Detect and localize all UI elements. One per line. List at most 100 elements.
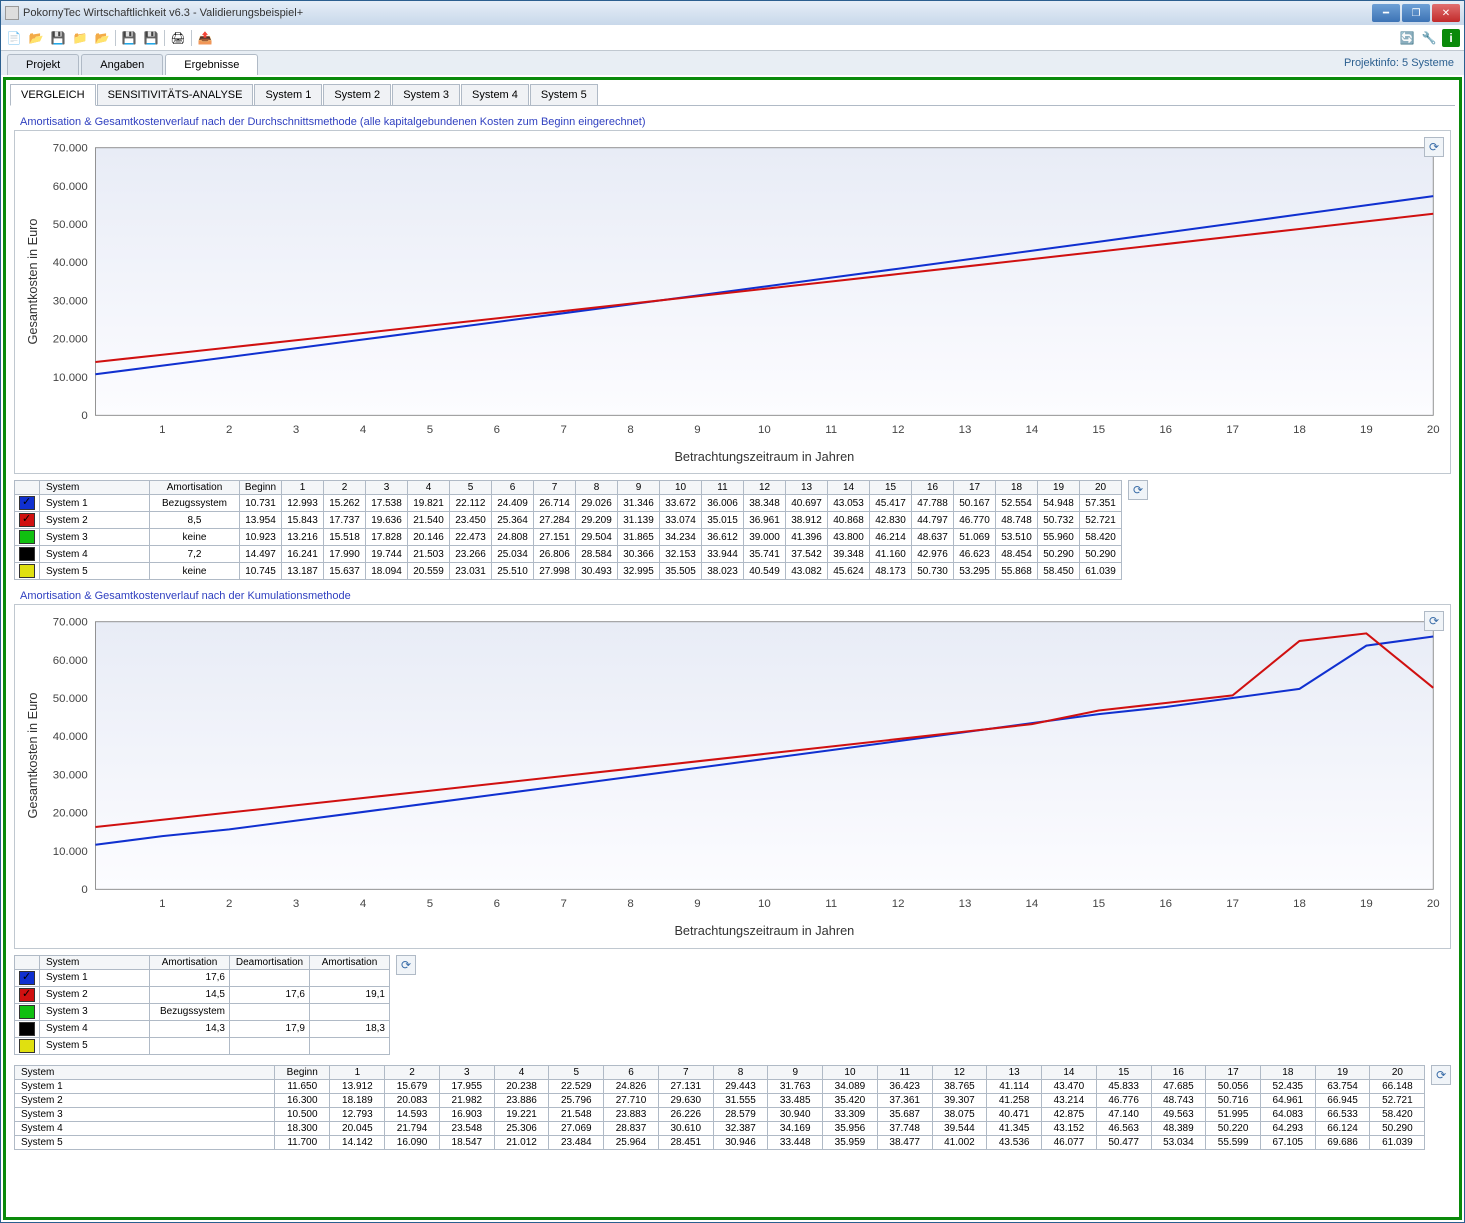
system-name: System 4 xyxy=(40,546,150,563)
table3: SystemBeginn1234567891011121314151617181… xyxy=(14,1065,1425,1150)
svg-text:9: 9 xyxy=(694,424,700,436)
series-toggle[interactable] xyxy=(19,1022,35,1036)
disk2-icon[interactable]: 💾 xyxy=(142,29,160,47)
svg-text:2: 2 xyxy=(226,424,232,436)
series-toggle[interactable] xyxy=(19,513,35,527)
window-title: PokornyTec Wirtschaftlichkeit v6.3 - Val… xyxy=(23,7,303,19)
series-toggle[interactable] xyxy=(19,971,35,985)
svg-text:14: 14 xyxy=(1026,898,1039,910)
svg-text:40.000: 40.000 xyxy=(53,257,88,269)
subtab-system3[interactable]: System 3 xyxy=(392,84,460,105)
svg-text:10: 10 xyxy=(758,898,771,910)
svg-text:11: 11 xyxy=(825,898,837,910)
series-toggle[interactable] xyxy=(19,496,35,510)
subtab-system4[interactable]: System 4 xyxy=(461,84,529,105)
wrench-icon[interactable]: 🔧 xyxy=(1420,29,1438,47)
svg-text:3: 3 xyxy=(293,424,299,436)
svg-text:19: 19 xyxy=(1360,898,1373,910)
section1-title: Amortisation & Gesamtkostenverlauf nach … xyxy=(20,116,1451,128)
new-icon[interactable]: 📄 xyxy=(5,29,23,47)
svg-text:40.000: 40.000 xyxy=(53,731,88,743)
table2-zoom-icon[interactable]: ⟳ xyxy=(396,955,416,975)
chart2-box: ⟳ 010.00020.00030.00040.00050.00060.0007… xyxy=(14,604,1451,948)
series-toggle[interactable] xyxy=(19,530,35,544)
svg-text:60.000: 60.000 xyxy=(53,655,88,667)
maximize-button[interactable]: ❐ xyxy=(1402,4,1430,22)
system-name: System 5 xyxy=(40,563,150,580)
disk-icon[interactable]: 💾 xyxy=(120,29,138,47)
svg-text:18: 18 xyxy=(1293,898,1306,910)
svg-text:16: 16 xyxy=(1159,424,1172,436)
series-toggle[interactable] xyxy=(19,564,35,578)
svg-text:20.000: 20.000 xyxy=(53,334,88,346)
save-icon[interactable]: 💾 xyxy=(49,29,67,47)
subtab-system5[interactable]: System 5 xyxy=(530,84,598,105)
svg-text:Gesamtkosten in Euro: Gesamtkosten in Euro xyxy=(25,219,40,345)
svg-text:6: 6 xyxy=(494,424,500,436)
folder-icon[interactable]: 📁 xyxy=(71,29,89,47)
minimize-button[interactable]: ━ xyxy=(1372,4,1400,22)
svg-text:18: 18 xyxy=(1293,424,1306,436)
folder2-icon[interactable]: 📂 xyxy=(93,29,111,47)
svg-text:70.000: 70.000 xyxy=(53,143,88,155)
tab-angaben[interactable]: Angaben xyxy=(81,54,163,75)
svg-text:7: 7 xyxy=(560,898,566,910)
subtab-vergleich[interactable]: VERGLEICH xyxy=(10,84,96,106)
svg-text:13: 13 xyxy=(959,424,972,436)
tab-projekt[interactable]: Projekt xyxy=(7,54,79,75)
svg-text:20: 20 xyxy=(1427,424,1440,436)
svg-text:70.000: 70.000 xyxy=(53,617,88,629)
series-toggle[interactable] xyxy=(19,1005,35,1019)
svg-text:20: 20 xyxy=(1427,898,1440,910)
series-toggle[interactable] xyxy=(19,547,35,561)
series-toggle[interactable] xyxy=(19,988,35,1002)
svg-text:10: 10 xyxy=(758,424,771,436)
app-icon xyxy=(5,6,19,20)
series-toggle[interactable] xyxy=(19,1039,35,1053)
tab-ergebnisse[interactable]: Ergebnisse xyxy=(165,54,258,75)
svg-text:60.000: 60.000 xyxy=(53,181,88,193)
chart2-zoom-icon[interactable]: ⟳ xyxy=(1424,611,1444,631)
svg-text:5: 5 xyxy=(427,424,433,436)
info-icon[interactable]: i xyxy=(1442,29,1460,47)
subtab-sensitivitaet[interactable]: SENSITIVITÄTS-ANALYSE xyxy=(97,84,254,105)
chart1-zoom-icon[interactable]: ⟳ xyxy=(1424,137,1444,157)
svg-text:7: 7 xyxy=(560,424,566,436)
svg-text:Gesamtkosten in Euro: Gesamtkosten in Euro xyxy=(25,693,40,819)
toolbar: 📄 📂 💾 📁 📂 💾 💾 🖨 📤 🔄 🔧 i xyxy=(1,25,1464,51)
chart2: 010.00020.00030.00040.00050.00060.00070.… xyxy=(19,609,1446,940)
svg-text:50.000: 50.000 xyxy=(53,219,88,231)
svg-text:Betrachtungszeitraum in Jahren: Betrachtungszeitraum in Jahren xyxy=(674,449,854,464)
subtab-system2[interactable]: System 2 xyxy=(323,84,391,105)
svg-text:14: 14 xyxy=(1026,424,1039,436)
export-icon[interactable]: 📤 xyxy=(196,29,214,47)
svg-text:0: 0 xyxy=(81,884,87,896)
titlebar: PokornyTec Wirtschaftlichkeit v6.3 - Val… xyxy=(1,1,1464,25)
open-icon[interactable]: 📂 xyxy=(27,29,45,47)
svg-text:10.000: 10.000 xyxy=(53,372,88,384)
svg-text:20.000: 20.000 xyxy=(53,808,88,820)
svg-text:10.000: 10.000 xyxy=(53,846,88,858)
table2: SystemAmortisationDeamortisationAmortisa… xyxy=(14,955,390,1055)
svg-text:5: 5 xyxy=(427,898,433,910)
svg-text:9: 9 xyxy=(694,898,700,910)
svg-text:4: 4 xyxy=(360,898,367,910)
table1: SystemAmortisationBeginn1234567891011121… xyxy=(14,480,1122,580)
svg-text:12: 12 xyxy=(892,424,905,436)
print-icon[interactable]: 🖨 xyxy=(169,29,187,47)
subtab-system1[interactable]: System 1 xyxy=(254,84,322,105)
project-info: Projektinfo: 5 Systeme xyxy=(1344,57,1454,69)
svg-text:30.000: 30.000 xyxy=(53,770,88,782)
svg-text:30.000: 30.000 xyxy=(53,295,88,307)
table1-zoom-icon[interactable]: ⟳ xyxy=(1128,480,1148,500)
close-button[interactable]: ✕ xyxy=(1432,4,1460,22)
svg-text:6: 6 xyxy=(494,898,500,910)
section2-title: Amortisation & Gesamtkostenverlauf nach … xyxy=(20,590,1451,602)
refresh-icon[interactable]: 🔄 xyxy=(1398,29,1416,47)
svg-text:2: 2 xyxy=(226,898,232,910)
table3-zoom-icon[interactable]: ⟳ xyxy=(1431,1065,1451,1085)
svg-text:8: 8 xyxy=(627,898,633,910)
svg-text:19: 19 xyxy=(1360,424,1373,436)
svg-text:8: 8 xyxy=(627,424,633,436)
svg-text:1: 1 xyxy=(159,898,165,910)
